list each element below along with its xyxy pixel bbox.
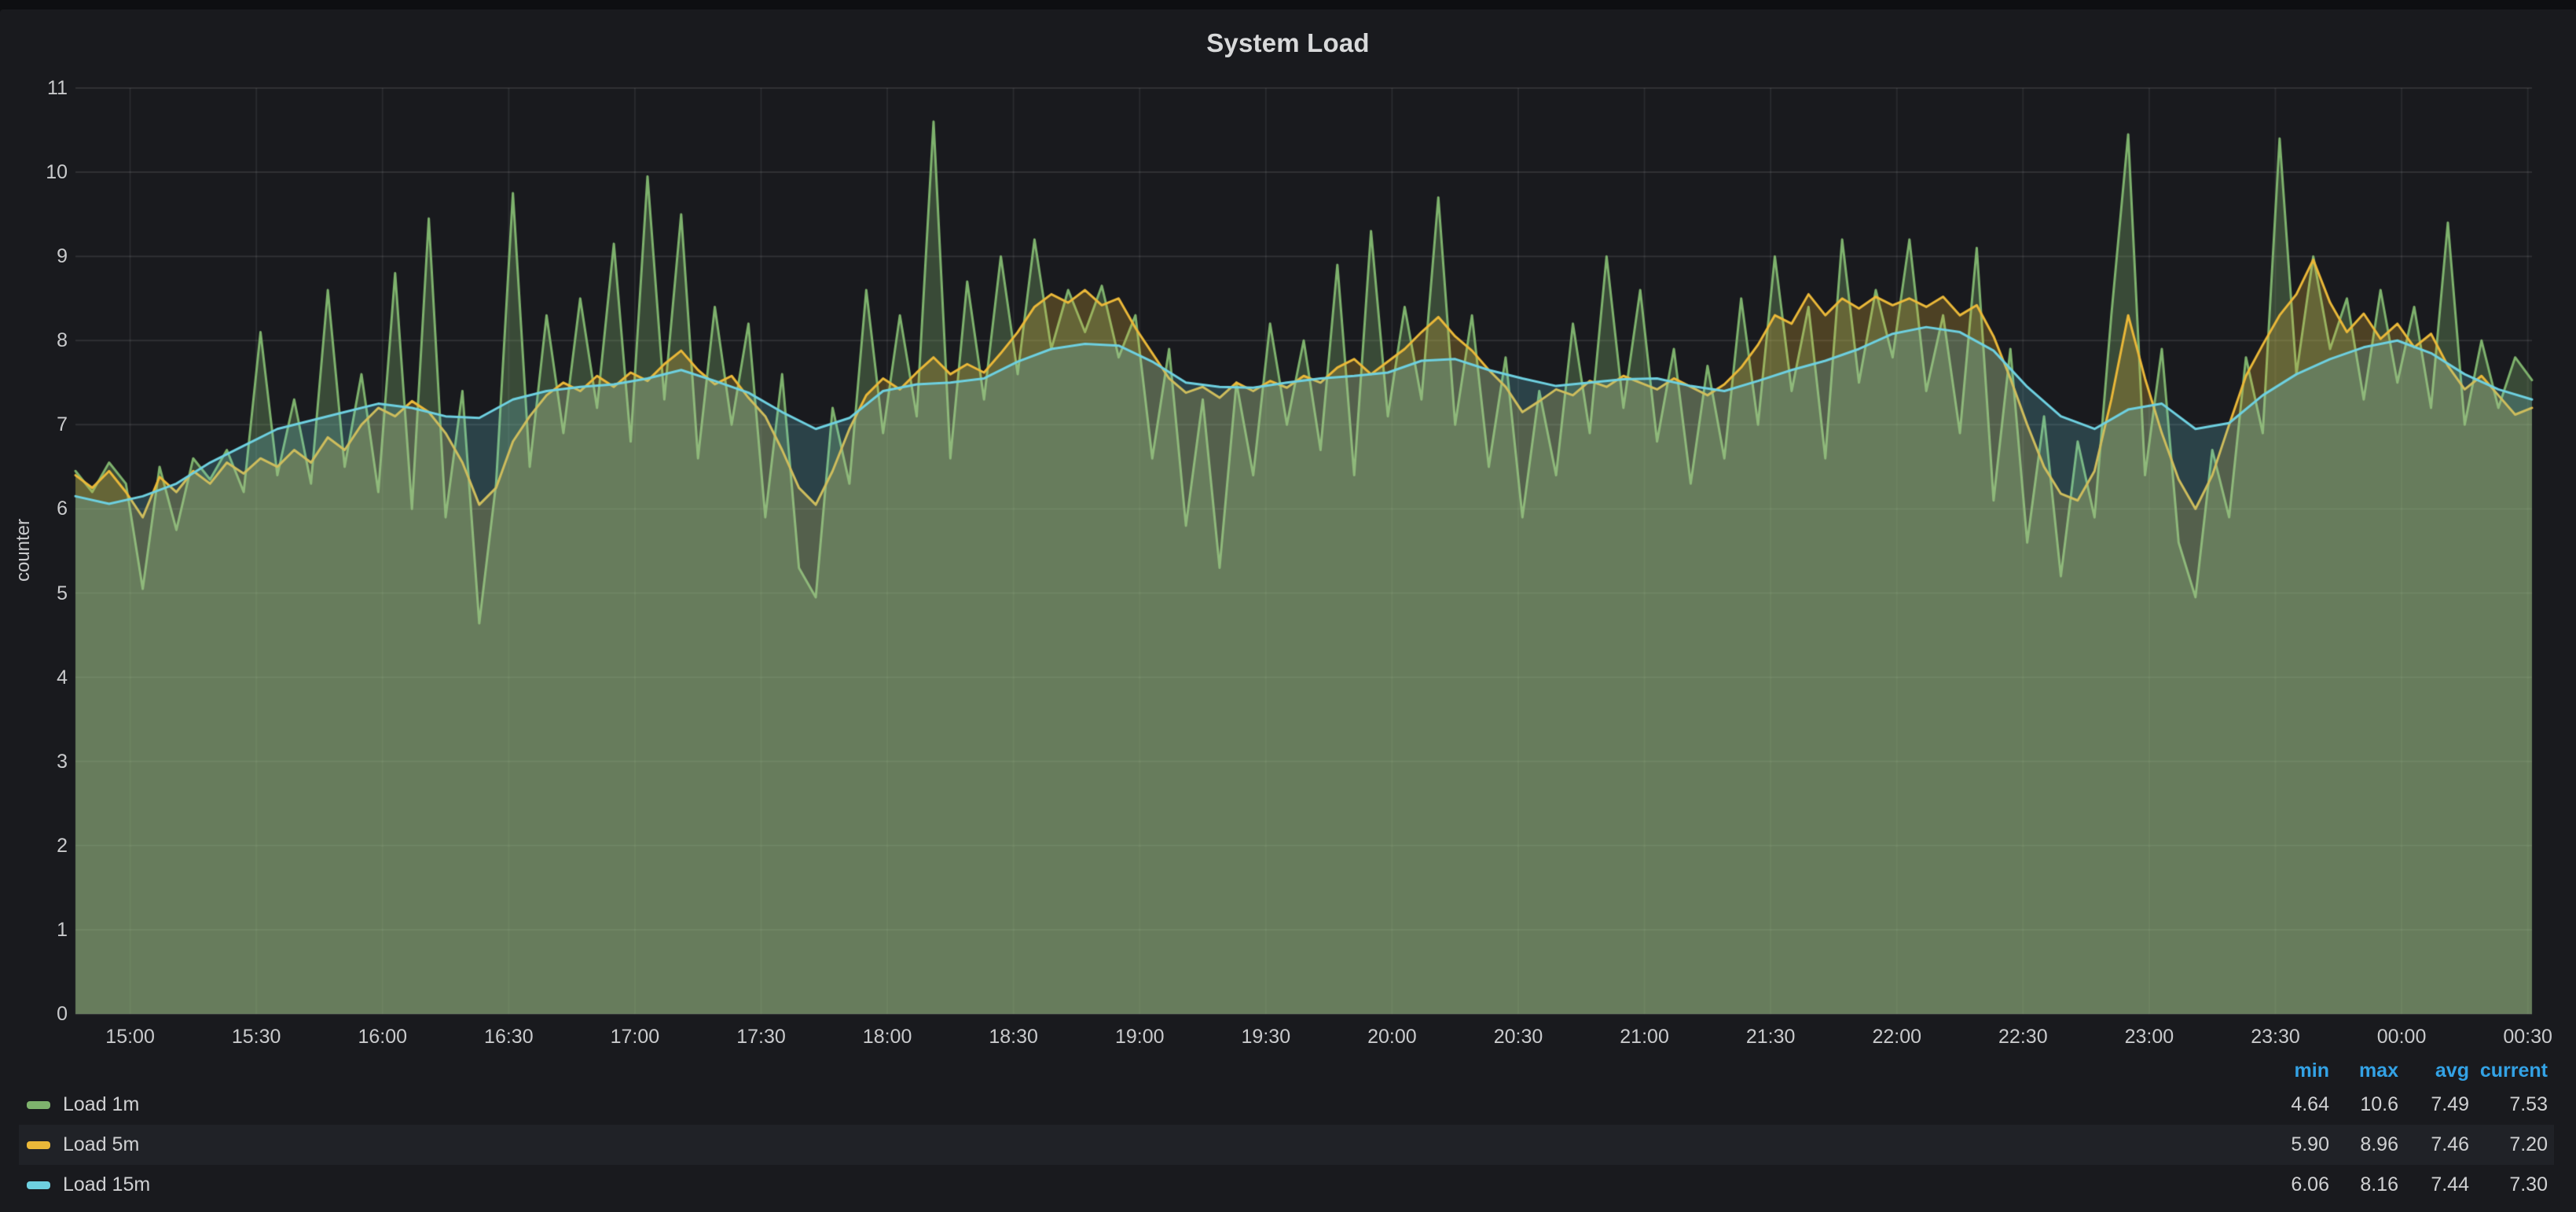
x-tick-label: 19:30 bbox=[1211, 1025, 1321, 1049]
series-name: Load 15m bbox=[63, 1173, 150, 1196]
x-tick-label: 23:00 bbox=[2094, 1025, 2204, 1049]
legend-header-row: minmaxavgcurrent bbox=[19, 1056, 2554, 1085]
x-tick-label: 16:30 bbox=[453, 1025, 563, 1049]
x-tick-label: 22:00 bbox=[1842, 1025, 1952, 1049]
legend-header-current[interactable]: current bbox=[2469, 1060, 2548, 1082]
legend-stat-min: 5.90 bbox=[2251, 1133, 2329, 1156]
x-tick-label: 20:00 bbox=[1337, 1025, 1447, 1049]
x-tick-label: 21:00 bbox=[1590, 1025, 1700, 1049]
legend-stat-avg: 7.44 bbox=[2398, 1173, 2469, 1196]
x-tick-label: 00:30 bbox=[2473, 1025, 2576, 1049]
series-name: Load 1m bbox=[63, 1093, 139, 1116]
x-tick-label: 17:00 bbox=[580, 1025, 690, 1049]
legend-header-min[interactable]: min bbox=[2251, 1060, 2329, 1082]
y-tick-label: 8 bbox=[0, 329, 68, 351]
legend-header-avg[interactable]: avg bbox=[2398, 1060, 2469, 1082]
legend-stat-max: 8.16 bbox=[2329, 1173, 2398, 1196]
x-tick-label: 16:00 bbox=[328, 1025, 438, 1049]
legend-rows: Load 1m4.6410.67.497.53Load 5m5.908.967.… bbox=[19, 1085, 2554, 1205]
legend-stat-current: 7.30 bbox=[2469, 1173, 2548, 1196]
x-tick-label: 17:30 bbox=[706, 1025, 816, 1049]
y-tick-label: 5 bbox=[0, 582, 68, 604]
x-tick-label: 21:30 bbox=[1715, 1025, 1826, 1049]
series-name: Load 5m bbox=[63, 1133, 139, 1156]
legend-series-toggle[interactable]: Load 5m bbox=[19, 1133, 2251, 1156]
y-tick-label: 0 bbox=[0, 1003, 68, 1025]
series-color-swatch-icon bbox=[27, 1101, 50, 1109]
legend-row: Load 5m 5.908.967.467.20 bbox=[19, 1125, 2554, 1165]
legend: minmaxavgcurrent Load 1m 4.6410.67.497.53… bbox=[19, 1056, 2554, 1205]
series-color-swatch-icon bbox=[27, 1181, 50, 1189]
legend-stat-avg: 7.49 bbox=[2398, 1093, 2469, 1116]
legend-stat-current: 7.20 bbox=[2469, 1133, 2548, 1156]
x-tick-label: 00:00 bbox=[2347, 1025, 2457, 1049]
y-tick-label: 4 bbox=[0, 667, 68, 689]
y-tick-label: 7 bbox=[0, 413, 68, 435]
x-tick-label: 23:30 bbox=[2220, 1025, 2330, 1049]
series-color-swatch-icon bbox=[27, 1141, 50, 1149]
y-tick-label: 3 bbox=[0, 751, 68, 773]
legend-row: Load 15m 6.068.167.447.30 bbox=[19, 1165, 2554, 1205]
x-tick-label: 18:30 bbox=[959, 1025, 1069, 1049]
legend-stat-current: 7.53 bbox=[2469, 1093, 2548, 1116]
x-tick-label: 19:00 bbox=[1084, 1025, 1194, 1049]
x-tick-label: 20:30 bbox=[1463, 1025, 1573, 1049]
y-axis-label: counter bbox=[13, 519, 35, 582]
y-tick-label: 6 bbox=[0, 498, 68, 520]
legend-series-toggle[interactable]: Load 15m bbox=[19, 1173, 2251, 1196]
legend-stat-max: 8.96 bbox=[2329, 1133, 2398, 1156]
legend-stat-avg: 7.46 bbox=[2398, 1133, 2469, 1156]
grafana-panel-page: { "panel": { "title": "System Load" }, "… bbox=[0, 0, 2576, 1212]
legend-series-toggle[interactable]: Load 1m bbox=[19, 1093, 2251, 1116]
y-tick-label: 10 bbox=[0, 161, 68, 183]
legend-stat-min: 4.64 bbox=[2251, 1093, 2329, 1116]
legend-stat-min: 6.06 bbox=[2251, 1173, 2329, 1196]
y-tick-label: 1 bbox=[0, 919, 68, 941]
x-tick-label: 22:30 bbox=[1968, 1025, 2078, 1049]
x-tick-label: 15:30 bbox=[201, 1025, 311, 1049]
x-tick-label: 18:00 bbox=[832, 1025, 942, 1049]
legend-header-max[interactable]: max bbox=[2329, 1060, 2398, 1082]
y-tick-label: 9 bbox=[0, 245, 68, 267]
legend-stat-max: 10.6 bbox=[2329, 1093, 2398, 1116]
x-tick-label: 15:00 bbox=[75, 1025, 185, 1049]
legend-row: Load 1m 4.6410.67.497.53 bbox=[19, 1085, 2554, 1125]
y-tick-label: 2 bbox=[0, 835, 68, 857]
y-tick-label: 11 bbox=[0, 77, 68, 99]
